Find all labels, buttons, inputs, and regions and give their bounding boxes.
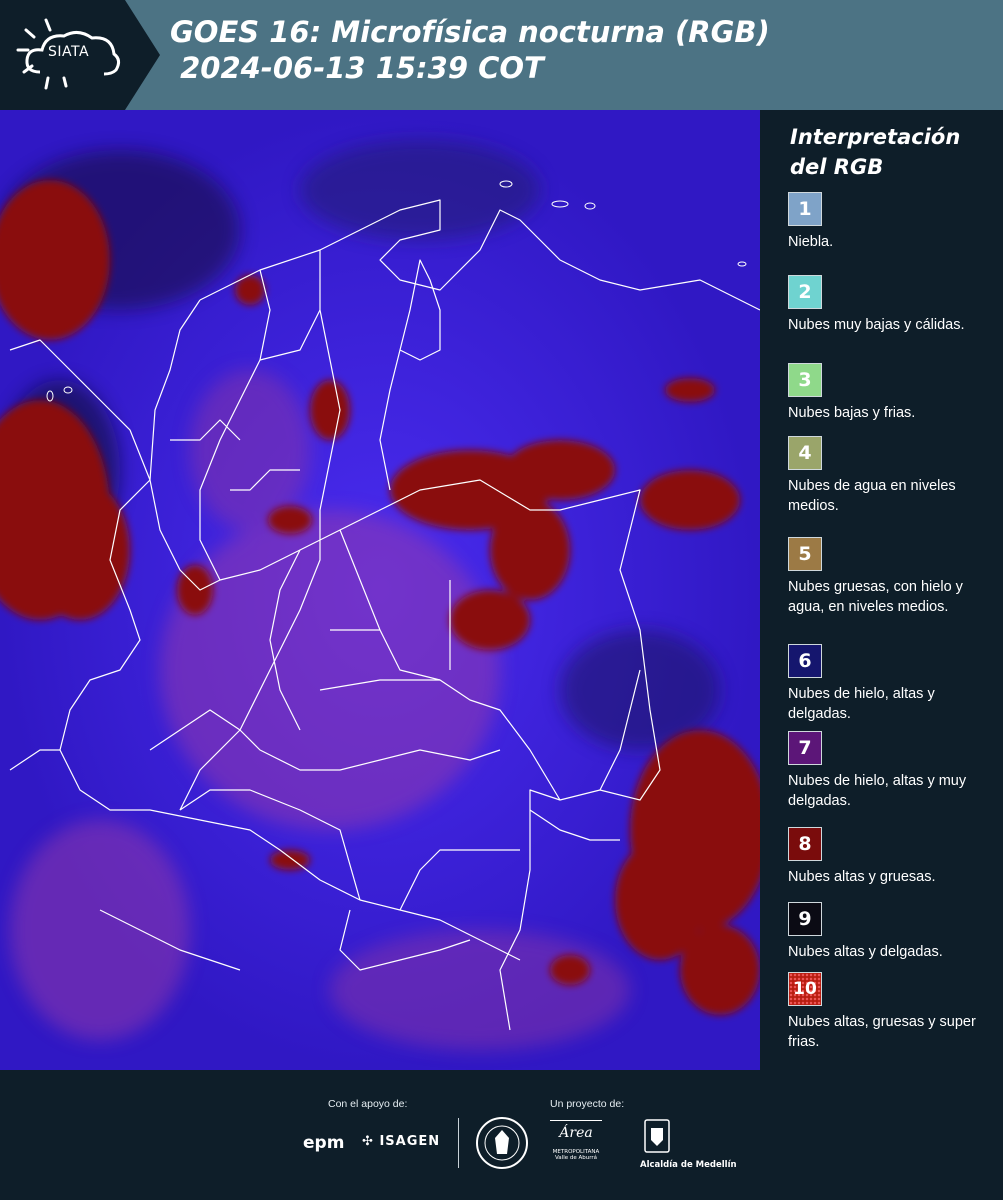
legend-label: Nubes bajas y frias. bbox=[788, 405, 916, 421]
legend-item-7: 7 Nubes de hielo, altas y muy delgadas. bbox=[788, 731, 988, 811]
legend-panel: Interpretación del RGB 1 Niebla. 2 Nubes mu… bbox=[760, 110, 1003, 1070]
isagen-logo: ✣ ISAGEN bbox=[362, 1134, 440, 1149]
legend-item-10: 10 Nubes altas, gruesas y super frias. bbox=[788, 972, 988, 1052]
medellin-shield-icon bbox=[644, 1119, 670, 1153]
logo-text: SIATA bbox=[48, 44, 90, 60]
logo-panel: SIATA bbox=[0, 0, 160, 110]
legend-item-5: 5 Nubes gruesas, con hielo y agua, en niv… bbox=[788, 537, 988, 617]
isagen-logo-text: ISAGEN bbox=[379, 1134, 441, 1149]
legend-item-2: 2 Nubes muy bajas y cálidas. bbox=[788, 275, 988, 335]
project-label: Un proyecto de: bbox=[550, 1098, 625, 1110]
epm-logo: epm bbox=[303, 1133, 344, 1153]
legend-label: Niebla. bbox=[788, 234, 834, 250]
legend-swatch: 1 bbox=[788, 192, 822, 226]
area-logo-line3: Valle de Aburrá bbox=[554, 1155, 598, 1161]
legend-item-1: 1 Niebla. bbox=[788, 192, 988, 252]
legend-label: Nubes altas y gruesas. bbox=[788, 869, 936, 885]
support-label: Con el apoyo de: bbox=[328, 1098, 408, 1110]
legend-label: Nubes de hielo, altas y delgadas. bbox=[788, 686, 935, 722]
legend-swatch: 9 bbox=[788, 902, 822, 936]
legend-label: Nubes de agua en niveles medios. bbox=[788, 478, 956, 514]
footer-divider bbox=[458, 1118, 459, 1168]
area-logo-title: Área bbox=[559, 1125, 593, 1141]
legend-item-4: 4 Nubes de agua en niveles medios. bbox=[788, 436, 988, 516]
legend-swatch: 10 bbox=[788, 972, 822, 1006]
legend-label: Nubes de hielo, altas y muy delgadas. bbox=[788, 773, 967, 809]
legend-item-3: 3 Nubes bajas y frias. bbox=[788, 363, 988, 423]
legend-swatch: 8 bbox=[788, 827, 822, 861]
legend-item-8: 8 Nubes altas y gruesas. bbox=[788, 827, 988, 887]
seal-icon bbox=[476, 1117, 528, 1169]
legend-label: Nubes muy bajas y cálidas. bbox=[788, 317, 965, 333]
satellite-image bbox=[0, 110, 760, 1070]
legend-item-6: 6 Nubes de hielo, altas y delgadas. bbox=[788, 644, 988, 724]
footer: Con el apoyo de: Un proyecto de: epm ✣ I… bbox=[0, 1070, 1003, 1200]
legend-swatch: 4 bbox=[788, 436, 822, 470]
legend-item-9: 9 Nubes altas y delgadas. bbox=[788, 902, 988, 962]
alcaldia-label: Alcaldía de Medellín bbox=[640, 1160, 737, 1170]
legend-label: Nubes altas y delgadas. bbox=[788, 944, 943, 960]
legend-swatch: 6 bbox=[788, 644, 822, 678]
isagen-mark-icon: ✣ bbox=[362, 1134, 374, 1149]
page-title: GOES 16: Microfísica nocturna (RGB) 2024… bbox=[170, 15, 770, 85]
legend-swatch: 5 bbox=[788, 537, 822, 571]
legend-swatch: 2 bbox=[788, 275, 822, 309]
header-bar: SIATA GOES 16: Microfísica nocturna (RGB… bbox=[0, 0, 1003, 110]
epm-logo-text: epm bbox=[303, 1133, 345, 1153]
legend-label: Nubes gruesas, con hielo y agua, en nive… bbox=[788, 579, 963, 615]
legend-swatch: 3 bbox=[788, 363, 822, 397]
legend-swatch: 7 bbox=[788, 731, 822, 765]
satellite-map[interactable] bbox=[0, 110, 760, 1070]
legend-label: Nubes altas, gruesas y super frias. bbox=[788, 1014, 976, 1050]
area-metropolitana-logo: Área METROPOLITANA Valle de Aburrá bbox=[550, 1120, 602, 1167]
legend-title: Interpretación del RGB bbox=[790, 125, 961, 179]
